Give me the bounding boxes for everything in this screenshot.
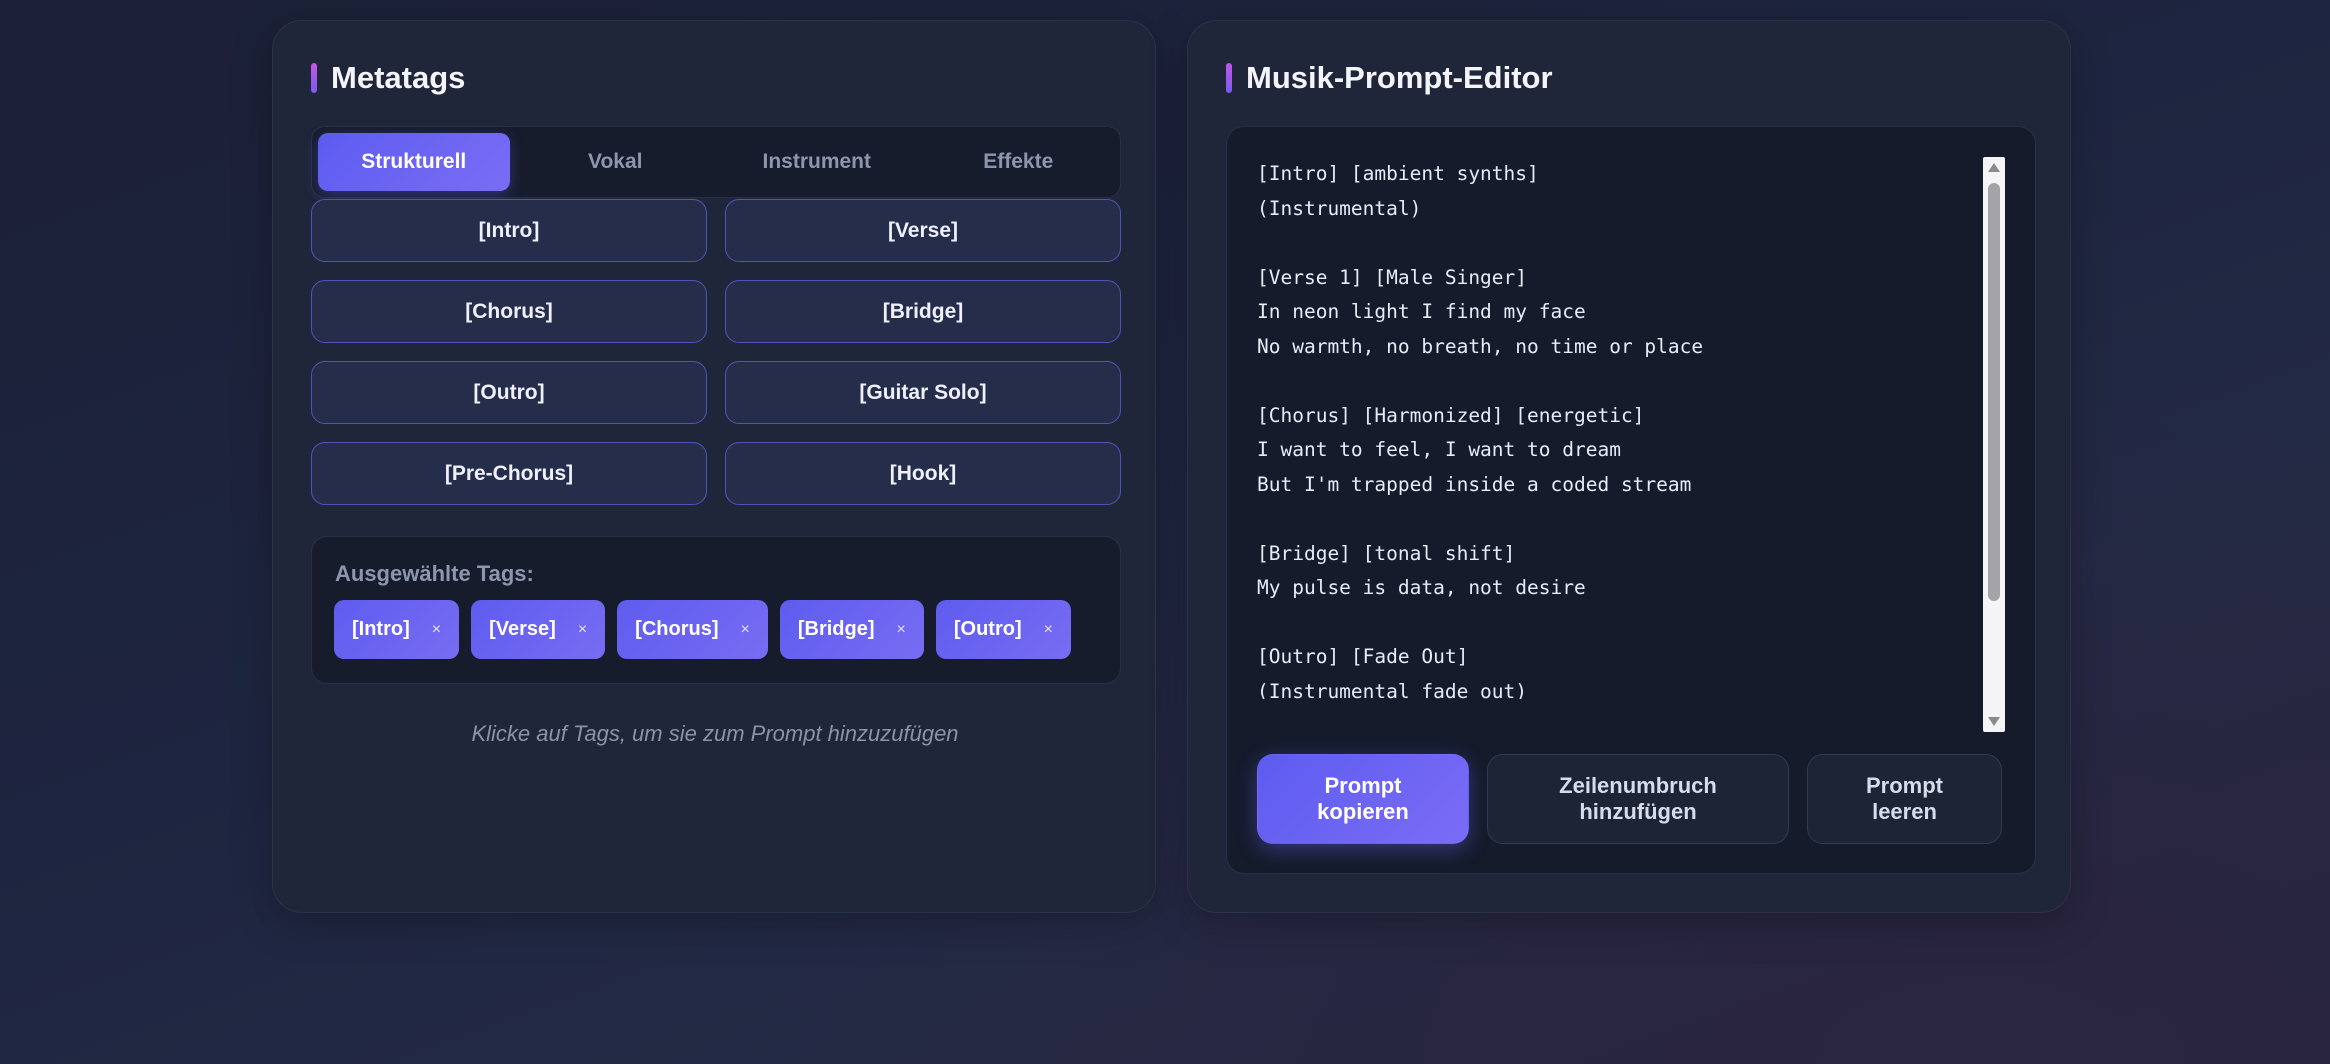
metatags-panel: Metatags Strukturell Vokal Instrument Ef… [272,20,1156,913]
tab-strukturell[interactable]: Strukturell [318,133,510,191]
scroll-down-icon[interactable] [1988,717,2000,726]
selected-tags-box: Ausgewählte Tags: [Intro] × [Verse] × [C… [311,536,1121,684]
tag-button-guitar-solo[interactable]: [Guitar Solo] [725,361,1121,424]
editor-box: [Intro] [ambient synths] (Instrumental) … [1226,126,2036,874]
remove-icon[interactable]: × [897,621,906,639]
chip-label: [Bridge] [797,618,875,640]
selected-tags-list: [Intro] × [Verse] × [Chorus] × [Bridge] … [334,600,1071,659]
prompt-textarea[interactable]: [Intro] [ambient synths] (Instrumental) … [1257,157,2002,699]
tab-vokal[interactable]: Vokal [520,133,712,191]
category-tabs: Strukturell Vokal Instrument Effekte [311,126,1121,198]
remove-icon[interactable]: × [432,621,441,639]
tag-button-grid: [Intro] [Verse] [Chorus] [Bridge] [Outro… [311,199,1121,505]
chip-label: [Chorus] [635,618,719,640]
clear-prompt-button[interactable]: Prompt leeren [1807,754,2002,844]
metatags-title-text: Metatags [331,60,466,95]
prompt-editor-panel: Musik-Prompt-Editor [Intro] [ambient syn… [1187,20,2071,913]
selected-tag-chip[interactable]: [Chorus] × [617,600,768,659]
tag-button-hook[interactable]: [Hook] [725,442,1121,505]
tag-button-pre-chorus[interactable]: [Pre-Chorus] [311,442,707,505]
tab-effekte[interactable]: Effekte [923,133,1115,191]
tag-button-bridge[interactable]: [Bridge] [725,280,1121,343]
chip-label: [Intro] [352,618,410,640]
tab-instrument[interactable]: Instrument [721,133,913,191]
metatags-title: Metatags [311,59,465,97]
copy-prompt-button[interactable]: Prompt kopieren [1257,754,1469,844]
prompt-scrollbar[interactable] [1983,157,2005,732]
scrollbar-thumb[interactable] [1988,183,2000,601]
editor-title-text: Musik-Prompt-Editor [1246,60,1553,95]
tag-button-outro[interactable]: [Outro] [311,361,707,424]
title-accent-bar [311,63,317,93]
editor-actions: Prompt kopieren Zeilenumbruch hinzufügen… [1257,754,2002,844]
editor-title: Musik-Prompt-Editor [1226,59,1553,97]
chip-label: [Verse] [489,618,556,640]
add-linebreak-button[interactable]: Zeilenumbruch hinzufügen [1487,754,1789,844]
selected-tags-label: Ausgewählte Tags: [335,561,534,586]
selected-tag-chip[interactable]: [Verse] × [471,600,606,659]
selected-tag-chip[interactable]: [Intro] × [334,600,460,659]
selected-tag-chip[interactable]: [Outro] × [935,600,1071,659]
remove-icon[interactable]: × [1044,621,1053,639]
title-accent-bar [1226,63,1232,93]
remove-icon[interactable]: × [578,621,587,639]
tag-button-verse[interactable]: [Verse] [725,199,1121,262]
tag-button-chorus[interactable]: [Chorus] [311,280,707,343]
remove-icon[interactable]: × [741,621,750,639]
hint-text: Klicke auf Tags, um sie zum Prompt hinzu… [471,721,959,746]
chip-label: [Outro] [953,618,1022,640]
selected-tag-chip[interactable]: [Bridge] × [779,600,924,659]
tag-button-intro[interactable]: [Intro] [311,199,707,262]
scroll-up-icon[interactable] [1988,163,2000,172]
